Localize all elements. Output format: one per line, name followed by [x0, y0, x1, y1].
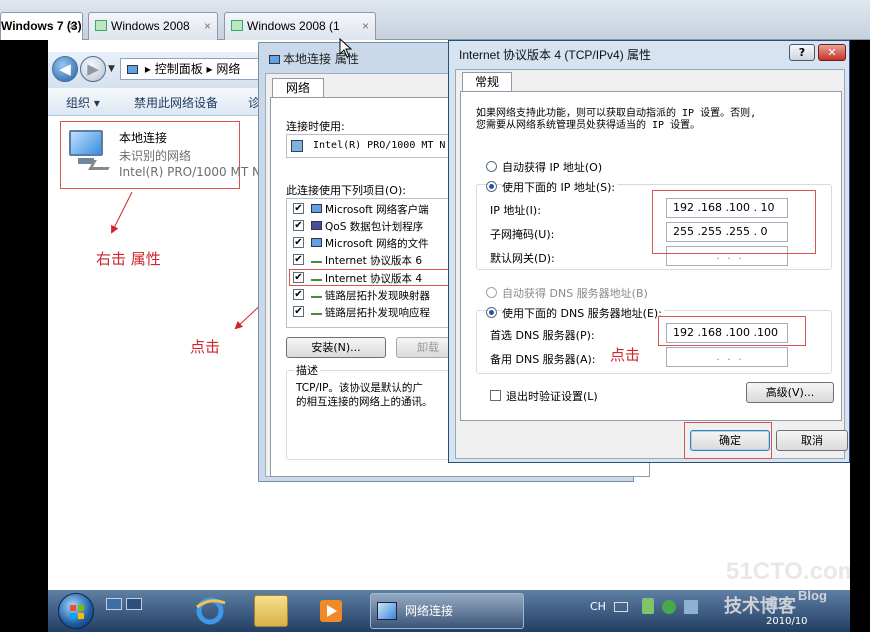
- taskbar-window-label: 网络连接: [405, 604, 454, 618]
- tab-windows2008[interactable]: Windows 2008 ×: [88, 12, 218, 40]
- subnet-mask-label: 子网掩码(U):: [490, 228, 555, 241]
- watermark-site: 51CTO.com: [726, 558, 850, 585]
- protocol-icon: [311, 255, 322, 263]
- advanced-button[interactable]: 高级(V)...: [746, 382, 834, 403]
- host-tab-strip: Windows 7 (3) × Windows 2008 × Windows 2…: [0, 0, 870, 40]
- language-indicator[interactable]: CH: [590, 600, 606, 613]
- show-desktop-icon[interactable]: [106, 598, 122, 610]
- action-center-icon[interactable]: [642, 598, 654, 614]
- protocol-icon: [311, 290, 322, 298]
- watermark-tagline: 技术博客: [724, 596, 796, 616]
- adapter-name: Intel(R) PRO/1000 MT N: [313, 140, 446, 151]
- validate-checkbox[interactable]: [490, 390, 501, 401]
- item-checkbox[interactable]: ✔: [293, 272, 304, 283]
- manual-dns-radio[interactable]: [486, 307, 497, 318]
- vm-icon: [231, 20, 243, 31]
- ip-highlight-box: [652, 190, 816, 254]
- items-list: ✔ Microsoft 网络客户端 ✔ QoS 数据包计划程序 ✔ Micros…: [286, 198, 460, 328]
- file-explorer-icon[interactable]: [254, 595, 288, 627]
- auto-dns-label: 自动获得 DNS 服务器地址(B): [502, 287, 648, 300]
- tab-windows7[interactable]: Windows 7 (3) ×: [0, 12, 83, 40]
- alternate-dns-field[interactable]: . . .: [666, 347, 788, 367]
- item-checkbox[interactable]: ✔: [293, 289, 304, 300]
- item-checkbox[interactable]: ✔: [293, 220, 304, 231]
- manual-dns-label: 使用下面的 DNS 服务器地址(E):: [502, 305, 664, 321]
- tab-close-icon[interactable]: ×: [204, 13, 211, 39]
- item-checkbox[interactable]: ✔: [293, 254, 304, 265]
- internet-explorer-icon[interactable]: [193, 595, 227, 627]
- tab-label: Windows 2008 (1: [247, 19, 340, 33]
- item-checkbox[interactable]: ✔: [293, 237, 304, 248]
- adapter-icon: [291, 140, 303, 152]
- preferred-dns-label: 首选 DNS 服务器(P):: [490, 329, 595, 342]
- item-label: Microsoft 网络客户端: [325, 204, 429, 216]
- tab-network[interactable]: 网络: [272, 78, 324, 98]
- windows-logo-icon: [70, 605, 84, 619]
- intro-line2: 您需要从网络系统管理员处获得适当的 IP 设置。: [476, 120, 701, 131]
- ip-address-label: IP 地址(I):: [490, 204, 541, 217]
- ok-highlight-box: [684, 422, 772, 459]
- server-manager-icon[interactable]: [126, 598, 142, 610]
- dialog-body: 常规 如果网络支持此功能，则可以获取自动指派的 IP 设置。否则, 您需要从网络…: [455, 69, 848, 459]
- tab-close-icon[interactable]: ×: [362, 13, 369, 39]
- ipv4-properties-dialog: Internet 协议版本 4 (TCP/IPv4) 属性 ? ✕ 常规 如果网…: [448, 40, 850, 463]
- keyboard-icon[interactable]: [614, 602, 628, 612]
- arrow-to-right-click: [111, 191, 133, 234]
- item-checkbox[interactable]: ✔: [293, 203, 304, 214]
- item-label: 链路层拓扑发现映射器: [325, 290, 430, 302]
- security-icon[interactable]: [662, 600, 676, 614]
- close-button[interactable]: ✕: [818, 44, 846, 61]
- vm-icon: [95, 20, 107, 31]
- mouse-cursor-icon: [339, 38, 353, 58]
- media-player-icon[interactable]: [314, 595, 348, 627]
- adapter-box: Intel(R) PRO/1000 MT N: [286, 134, 460, 158]
- auto-ip-radio[interactable]: [486, 161, 497, 172]
- tab-windows2008-1[interactable]: Windows 2008 (1 ×: [224, 12, 376, 40]
- description-line1: TCP/IP。该协议是默认的广: [296, 382, 423, 394]
- tab-general[interactable]: 常规: [462, 72, 512, 92]
- protocol-icon: [311, 307, 322, 315]
- list-item-selected[interactable]: ✔ Internet 协议版本 4: [289, 269, 459, 286]
- network-tray-icon[interactable]: [684, 600, 698, 614]
- tab-close-icon[interactable]: ×: [69, 13, 76, 39]
- help-button[interactable]: ?: [789, 44, 815, 61]
- start-button[interactable]: [58, 593, 94, 629]
- auto-dns-radio[interactable]: [486, 287, 497, 298]
- item-label: Internet 协议版本 6: [325, 255, 423, 267]
- network-icon: [269, 55, 280, 64]
- alternate-dns-label: 备用 DNS 服务器(A):: [490, 353, 596, 366]
- dialog-title: Internet 协议版本 4 (TCP/IPv4) 属性: [459, 48, 652, 62]
- connect-using-label: 连接时使用:: [286, 120, 345, 133]
- item-label: Microsoft 网络的文件: [325, 238, 429, 250]
- cancel-button[interactable]: 取消: [776, 430, 848, 451]
- watermark-blog: Blog: [798, 588, 827, 603]
- item-label: 链路层拓扑发现响应程: [325, 307, 430, 319]
- description-label: 描述: [294, 362, 320, 378]
- gateway-label: 默认网关(D):: [490, 252, 555, 265]
- right-click-annotation: 右击 属性: [96, 250, 161, 268]
- install-button[interactable]: 安装(N)...: [286, 337, 386, 358]
- protocol-icon: [311, 273, 322, 281]
- validate-label: 退出时验证设置(L): [506, 390, 598, 403]
- network-connections-icon: [377, 602, 397, 620]
- network-client-icon: [311, 204, 322, 213]
- manual-ip-radio[interactable]: [486, 181, 497, 192]
- manual-ip-label: 使用下面的 IP 地址(S):: [502, 179, 618, 195]
- item-label: QoS 数据包计划程序: [325, 221, 424, 233]
- items-label: 此连接使用下列项目(O):: [286, 184, 406, 197]
- item-label: Internet 协议版本 4: [325, 273, 423, 285]
- click-annotation-2: 点击: [610, 346, 641, 364]
- qos-icon: [311, 221, 322, 230]
- auto-ip-label: 自动获得 IP 地址(O): [502, 161, 603, 174]
- click-annotation-1: 点击: [190, 338, 221, 356]
- taskbar-network-connections[interactable]: 网络连接: [370, 593, 524, 629]
- description-line2: 的相互连接的网络上的通讯。: [296, 396, 433, 408]
- dns-highlight-box: [658, 316, 806, 346]
- guest-desktop: ◀ ▶ ▼ ▸ 控制面板 ▸ 网络 组织 ▾ 禁用此网络设备 诊 本地连接 未识…: [48, 40, 850, 632]
- tab-label: Windows 2008: [111, 19, 190, 33]
- item-checkbox[interactable]: ✔: [293, 306, 304, 317]
- file-share-icon: [311, 238, 322, 247]
